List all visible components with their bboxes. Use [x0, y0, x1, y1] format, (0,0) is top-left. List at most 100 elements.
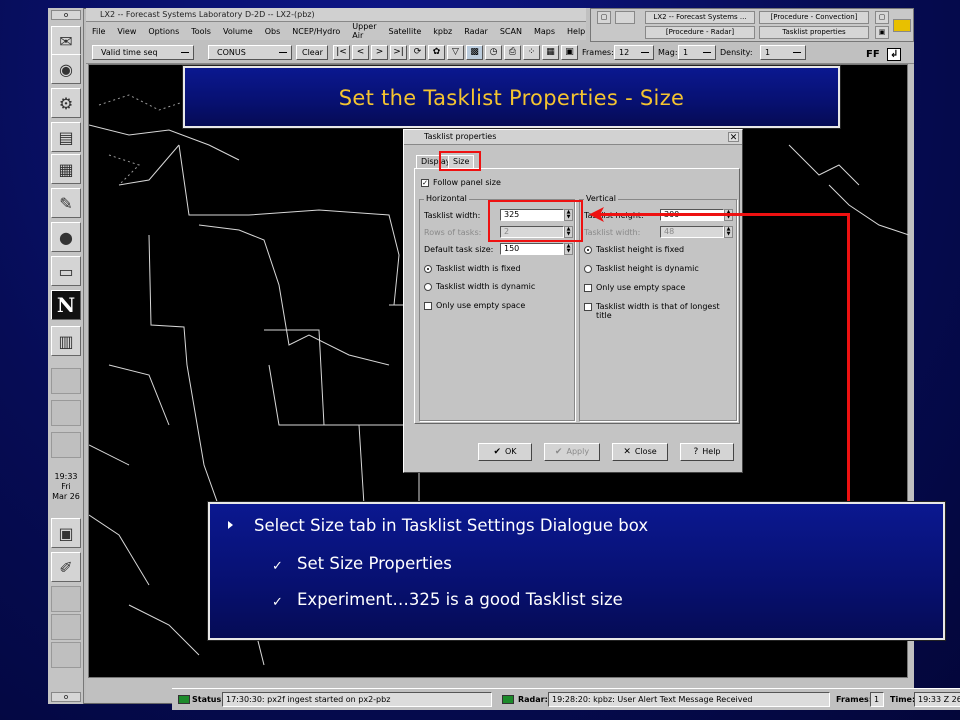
dock-empty-slot	[51, 614, 81, 640]
ok-button[interactable]: ✔ OK	[478, 443, 532, 461]
close-icon[interactable]: ✕	[728, 132, 739, 143]
apply-button[interactable]: ✔ Apply	[544, 443, 600, 461]
mouse-icon[interactable]: ●	[51, 222, 81, 252]
prev-frame-icon[interactable]: <	[352, 45, 369, 60]
coastline	[128, 604, 200, 656]
maximize-icon[interactable]: ▣	[875, 26, 889, 39]
scan-icon[interactable]	[893, 19, 911, 32]
window-menu-button[interactable]	[615, 11, 635, 24]
dock-top-handle[interactable]: o	[51, 10, 81, 20]
v-tasklist-width-spinner[interactable]: ▲ ▼	[724, 226, 733, 238]
menu-satellite[interactable]: Satellite	[383, 27, 428, 36]
window-titlebar[interactable]: LX2 -- Forecast Systems Laboratory D-2D …	[86, 8, 586, 22]
height-fixed-radio[interactable]	[584, 246, 592, 254]
apply-check-icon: ✔	[554, 447, 563, 457]
color-table-icon[interactable]: ▩	[466, 45, 483, 60]
v-tasklist-width-label: Tasklist width:	[584, 228, 641, 237]
close-x-icon: ✕	[623, 447, 631, 457]
status-bar: Status: 17:30:30: px2f ingest started on…	[172, 688, 960, 710]
title-callout: Set the Tasklist Properties - Size	[183, 66, 840, 128]
scale-combo[interactable]: CONUS	[208, 45, 292, 60]
density-label: Density:	[720, 48, 753, 57]
clear-button[interactable]: Clear	[296, 45, 328, 60]
menu-scan[interactable]: SCAN	[494, 27, 528, 36]
network-icon[interactable]: ◉	[51, 54, 81, 84]
width-fixed-label: Tasklist width is fixed	[436, 264, 521, 273]
state-border	[264, 329, 325, 426]
book-icon[interactable]: ▤	[51, 122, 81, 152]
menu-kpbz[interactable]: kpbz	[427, 27, 458, 36]
default-task-size-spinner[interactable]: ▲ ▼	[564, 243, 573, 255]
last-frame-icon[interactable]: >|	[390, 45, 407, 60]
clock-icon[interactable]: ◷	[485, 45, 502, 60]
zoom-icon[interactable]: ▽	[447, 45, 464, 60]
longest-title-checkbox[interactable]	[584, 303, 592, 311]
minimize-icon[interactable]: ▢	[875, 11, 889, 24]
pane-layout-icon[interactable]: ▦	[542, 45, 559, 60]
four-panel-icon[interactable]: ▣	[561, 45, 578, 60]
procedure-convection-button[interactable]: [Procedure - Convection]	[759, 11, 869, 24]
density-combo[interactable]: 1	[760, 45, 806, 60]
mail-icon[interactable]: ✉	[51, 26, 81, 56]
corner-return-icon[interactable]: ↲	[887, 48, 902, 61]
menu-options[interactable]: Options	[142, 27, 185, 36]
menu-obs[interactable]: Obs	[259, 27, 287, 36]
terminal-icon[interactable]: ▭	[51, 256, 81, 286]
height-dynamic-radio[interactable]	[584, 265, 592, 273]
dock-clock: 19:33 Fri Mar 26	[48, 472, 84, 502]
width-dynamic-label: Tasklist width is dynamic	[436, 282, 536, 291]
next-frame-icon[interactable]: >	[371, 45, 388, 60]
mag-combo[interactable]: 1	[678, 45, 716, 60]
bullet-main: Select Size tab in Tasklist Settings Dia…	[228, 516, 648, 536]
close-button[interactable]: ✕ Close	[612, 443, 668, 461]
netscape-icon[interactable]: N	[51, 290, 81, 320]
follow-panel-checkbox[interactable]: ✓	[421, 179, 429, 187]
valid-time-combo[interactable]: Valid time seq	[92, 45, 194, 60]
h-empty-space-checkbox[interactable]	[424, 302, 432, 310]
menu-help[interactable]: Help	[561, 27, 591, 36]
apply-label: Apply	[566, 447, 590, 456]
procedure-radar-button[interactable]: [Procedure - Radar]	[645, 26, 755, 39]
image-properties-icon[interactable]: ✿	[428, 45, 445, 60]
points-icon[interactable]: ⁘	[523, 45, 540, 60]
tools-icon[interactable]: ✎	[51, 188, 81, 218]
dock-bottom-handle[interactable]: o	[51, 692, 81, 702]
width-fixed-radio[interactable]	[424, 265, 432, 273]
clear-label: Clear	[302, 48, 323, 57]
dialog-title[interactable]: Tasklist properties	[404, 130, 742, 145]
loop-icon[interactable]: ⟳	[409, 45, 426, 60]
state-border	[108, 364, 170, 426]
help-button[interactable]: ? Help	[680, 443, 734, 461]
default-task-size-input[interactable]: 150	[500, 243, 564, 255]
folder-icon[interactable]: ▥	[51, 326, 81, 356]
menu-maps[interactable]: Maps	[528, 27, 561, 36]
state-border	[198, 224, 390, 366]
menu-tools[interactable]: Tools	[185, 27, 217, 36]
monitor-icon[interactable]: ▣	[51, 518, 81, 548]
tasklist-properties-button[interactable]: Tasklist properties	[759, 26, 869, 39]
v-empty-space-checkbox[interactable]	[584, 284, 592, 292]
radar-map-icon[interactable]: ▦	[51, 154, 81, 184]
secondary-window: ▢ LX2 -- Forecast Systems ... [Procedure…	[590, 8, 914, 42]
gear-icon[interactable]: ⚙	[51, 88, 81, 118]
pen-icon[interactable]: ✐	[51, 552, 81, 582]
menu-view[interactable]: View	[111, 27, 142, 36]
v-tasklist-width-input[interactable]: 48	[660, 226, 724, 238]
menu-radar[interactable]: Radar	[458, 27, 494, 36]
menu-volume[interactable]: Volume	[217, 27, 259, 36]
slide-title: Set the Tasklist Properties - Size	[338, 86, 685, 110]
menu-file[interactable]: File	[86, 27, 111, 36]
menu-ncep-hydro[interactable]: NCEP/Hydro	[286, 27, 346, 36]
time-label: Time:	[890, 695, 916, 704]
width-dynamic-radio[interactable]	[424, 283, 432, 291]
window-icon[interactable]: ▢	[597, 11, 611, 24]
secondary-window-title[interactable]: LX2 -- Forecast Systems ...	[645, 11, 755, 24]
print-icon[interactable]: ⎙	[504, 45, 521, 60]
radar-led-icon	[502, 695, 514, 704]
dock-empty-slot	[51, 432, 81, 458]
clock-date: Mar 26	[52, 492, 80, 501]
first-frame-icon[interactable]: |<	[333, 45, 350, 60]
tasklist-properties-dialog: Tasklist properties ✕ Display Size ✓ Fol…	[403, 129, 743, 473]
frames-combo[interactable]: 12	[614, 45, 654, 60]
menu-upper-air[interactable]: Upper Air	[346, 22, 382, 40]
